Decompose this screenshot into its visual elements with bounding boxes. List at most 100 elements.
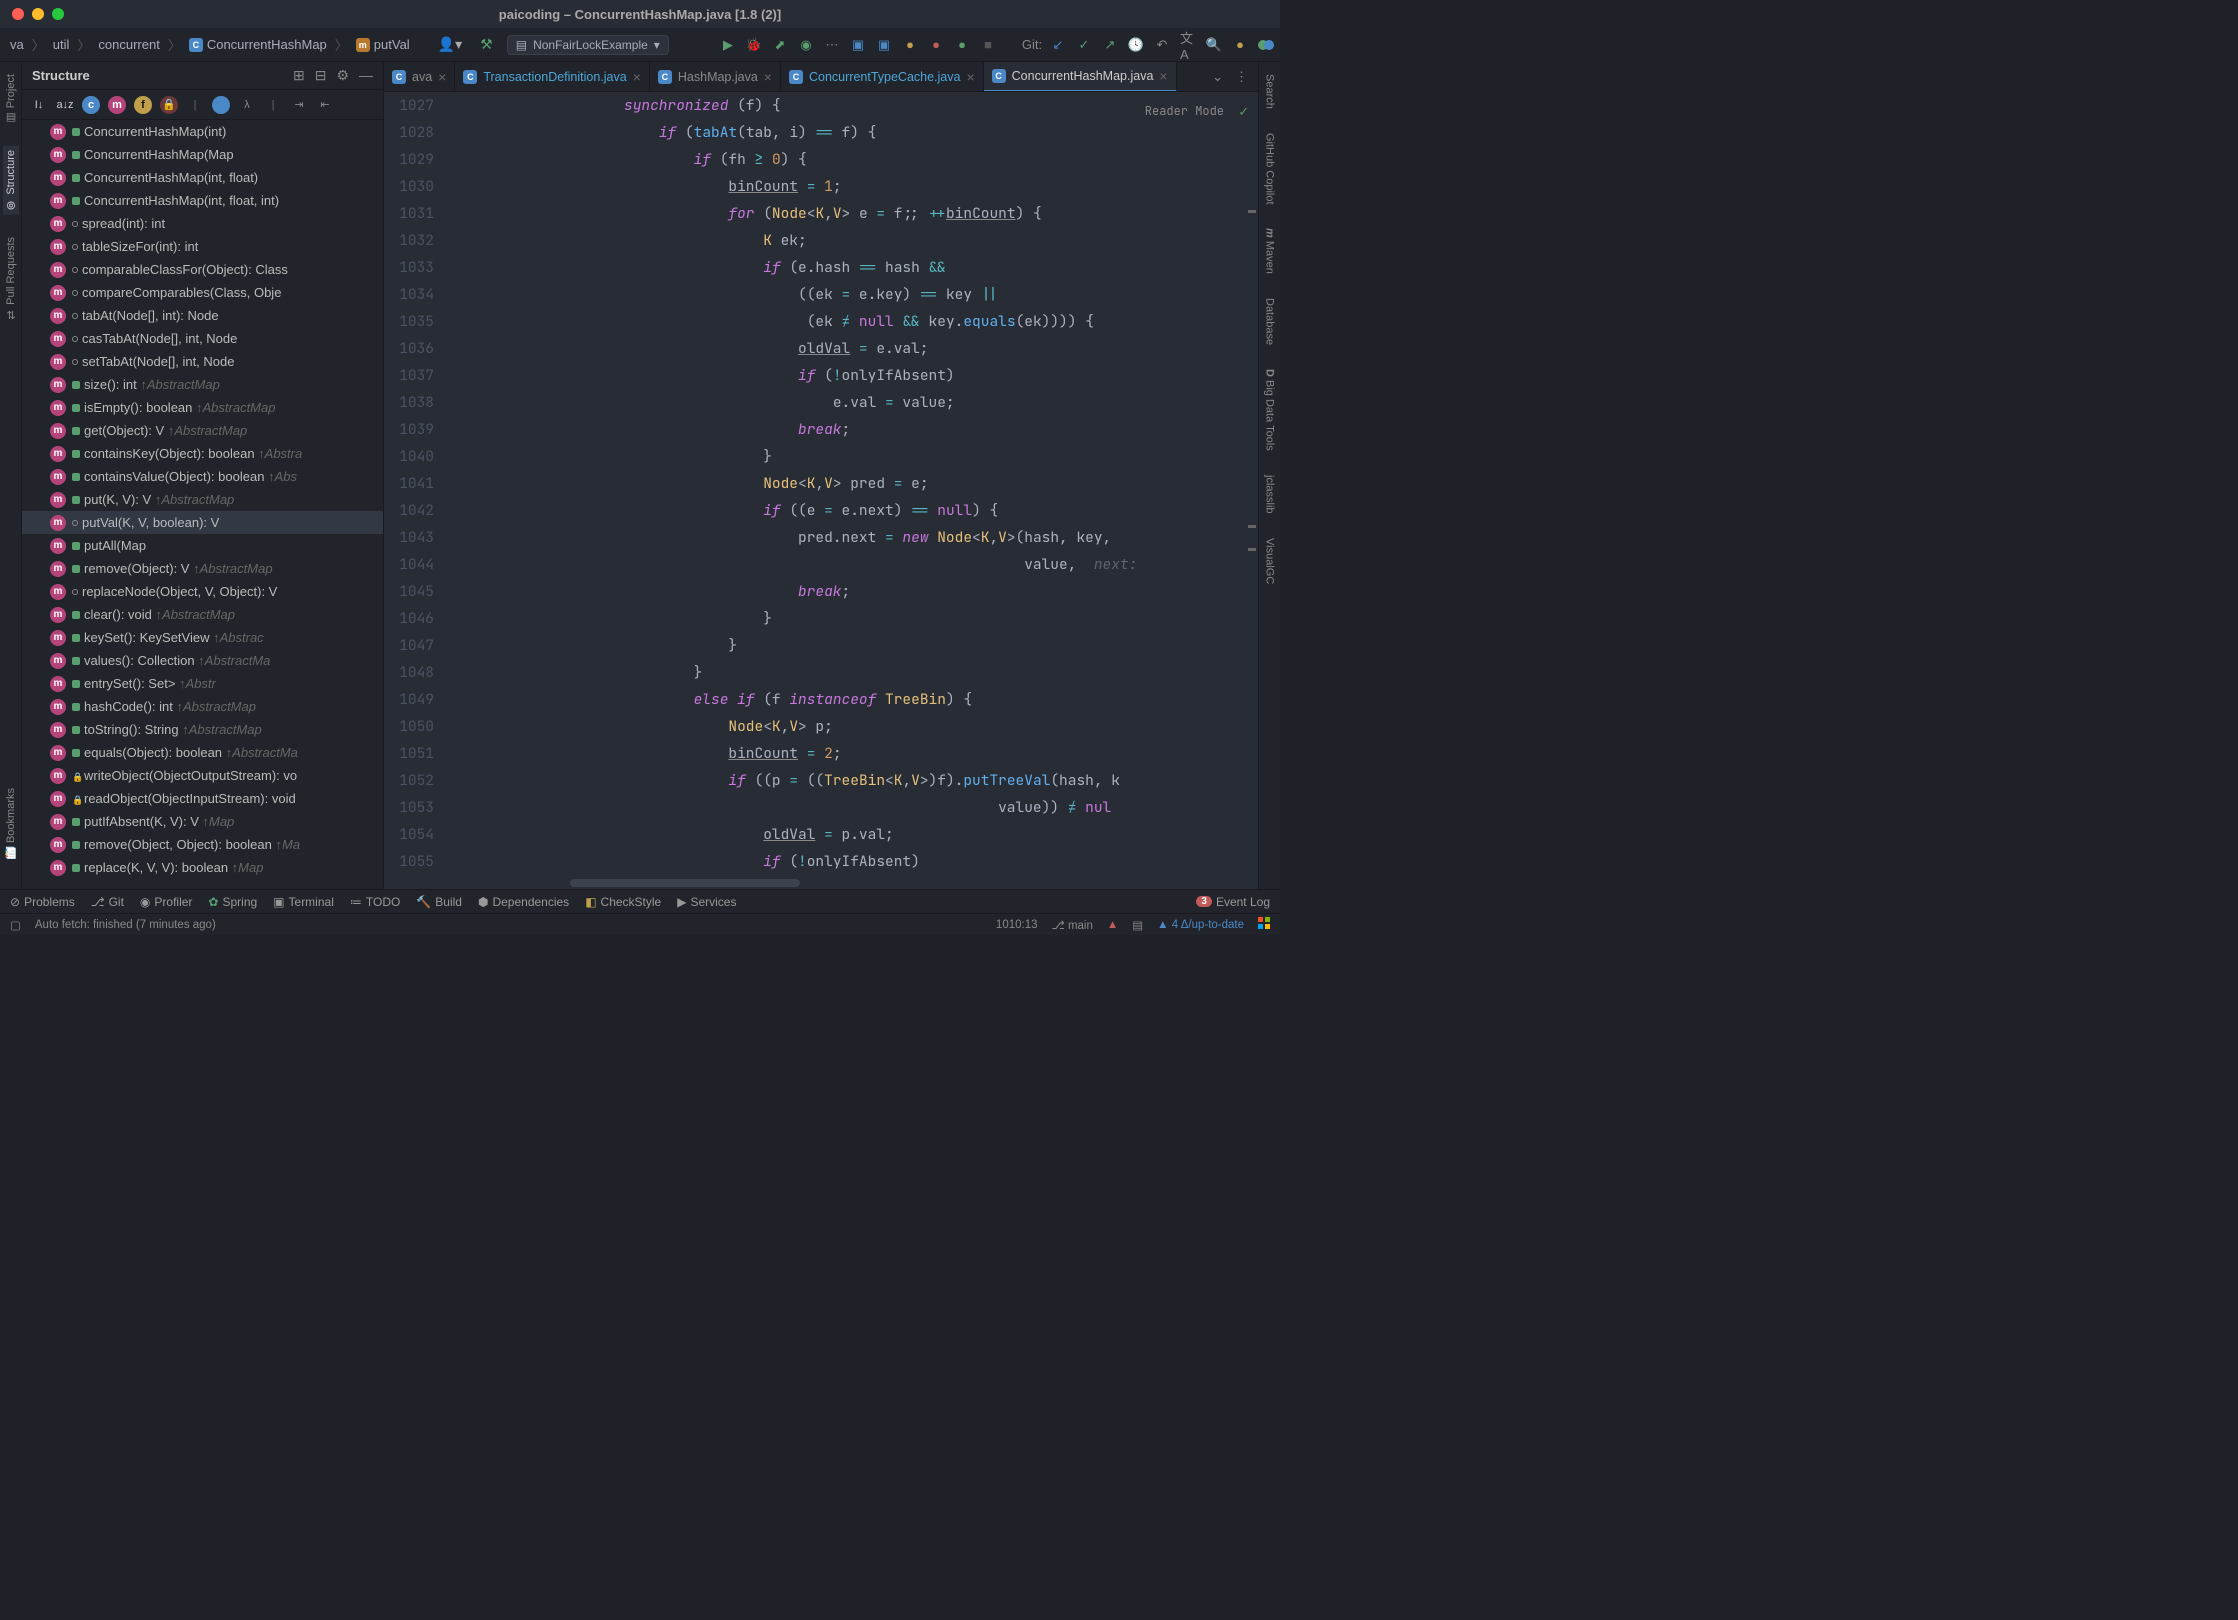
lambda-icon[interactable]: λ (238, 96, 256, 114)
tool-tab-copilot[interactable]: GitHub Copilot (1262, 129, 1278, 209)
user-icon[interactable]: 👤▾ (438, 36, 462, 53)
git-push-icon[interactable]: ↗ (1102, 37, 1118, 53)
structure-item[interactable]: mtoString(): String ↑AbstractMap (22, 718, 383, 741)
structure-item[interactable]: m🔒readObject(ObjectInputStream): void (22, 787, 383, 810)
structure-item[interactable]: mhashCode(): int ↑AbstractMap (22, 695, 383, 718)
gear-icon[interactable]: ⚙ (336, 67, 349, 84)
toolbar-icon[interactable]: ⇥ (290, 96, 308, 114)
tool-tab-pull-requests[interactable]: ⇅ Pull Requests (3, 233, 19, 325)
structure-item[interactable]: mclear(): void ↑AbstractMap (22, 603, 383, 626)
structure-item[interactable]: mtableSizeFor(int): int (22, 235, 383, 258)
code-with-me-icon[interactable] (1258, 37, 1274, 53)
toolbar-icon[interactable]: ⇤ (316, 96, 334, 114)
close-tab-icon[interactable]: × (764, 69, 772, 85)
tool-tab-visualgc[interactable]: VisualGC (1262, 534, 1278, 588)
structure-item[interactable]: mspread(int): int (22, 212, 383, 235)
collapse-icon[interactable]: ⊟ (315, 67, 327, 84)
error-stripe[interactable] (1246, 92, 1258, 879)
minimize-icon[interactable]: — (359, 67, 373, 84)
tool-tab-bookmarks[interactable]: 📑 Bookmarks (2, 784, 20, 863)
breadcrumb-item[interactable]: va (6, 35, 28, 54)
tool-tab-bigdata[interactable]: D Big Data Tools (1262, 365, 1278, 455)
expand-icon[interactable]: ⊞ (293, 67, 305, 84)
status-icon[interactable]: ▢ (10, 918, 21, 932)
status-indicator-icon[interactable]: ▤ (1132, 918, 1143, 932)
avatar-icon[interactable]: ● (1232, 37, 1248, 53)
tool-todo[interactable]: ≔ TODO (350, 895, 400, 909)
filter-icon[interactable] (212, 96, 230, 114)
translate-icon[interactable]: 文A (1180, 37, 1196, 53)
event-log[interactable]: 3 Event Log (1196, 895, 1270, 909)
close-tab-icon[interactable]: × (633, 69, 641, 85)
filter-class-icon[interactable]: c (82, 96, 100, 114)
editor-tab[interactable]: CConcurrentHashMap.java× (984, 62, 1177, 92)
tool-tab-jclasslib[interactable]: jclasslib (1262, 471, 1278, 518)
structure-item[interactable]: mput(K, V): V ↑AbstractMap (22, 488, 383, 511)
action-icon[interactable]: ▣ (876, 37, 892, 53)
git-sync-status[interactable]: ▲ 4 Δ/up-to-date (1157, 919, 1244, 931)
structure-item[interactable]: mkeySet(): KeySetView ↑Abstrac (22, 626, 383, 649)
structure-item[interactable]: m🔒writeObject(ObjectOutputStream): vo (22, 764, 383, 787)
tool-problems[interactable]: ⊘ Problems (10, 895, 75, 909)
tool-tab-structure[interactable]: ⦾ Structure (3, 146, 19, 215)
git-branch[interactable]: ⎇ main (1052, 918, 1093, 932)
tool-tab-maven[interactable]: m Maven (1262, 224, 1278, 278)
analysis-ok-icon[interactable]: ✓ (1239, 98, 1248, 125)
reader-mode-label[interactable]: Reader Mode (1145, 98, 1224, 125)
profile-button[interactable]: ◉ (798, 37, 814, 53)
run-config-select[interactable]: ▤ NonFairLockExample ▾ (507, 35, 669, 55)
structure-item[interactable]: mcontainsKey(Object): boolean ↑Abstra (22, 442, 383, 465)
structure-item[interactable]: mcontainsValue(Object): boolean ↑Abs (22, 465, 383, 488)
structure-item[interactable]: mentrySet(): Set> ↑Abstr (22, 672, 383, 695)
tool-tab-search[interactable]: Search (1262, 70, 1278, 113)
structure-item[interactable]: mputVal(K, V, boolean): V (22, 511, 383, 534)
breadcrumb-item[interactable]: concurrent (94, 35, 163, 54)
editor-tab[interactable]: CConcurrentTypeCache.java× (781, 62, 984, 92)
tool-tab-database[interactable]: Database (1262, 294, 1278, 349)
filter-field-icon[interactable]: f (134, 96, 152, 114)
git-history-icon[interactable]: 🕓 (1128, 37, 1144, 53)
action-icon[interactable]: ● (954, 37, 970, 53)
breadcrumb-item[interactable]: mputVal (352, 35, 414, 54)
structure-item[interactable]: mcasTabAt(Node[], int, Node (22, 327, 383, 350)
debug-button[interactable]: 🐞 (746, 37, 762, 53)
structure-item[interactable]: mreplaceNode(Object, V, Object): V (22, 580, 383, 603)
window-minimize-icon[interactable] (32, 8, 44, 20)
cursor-position[interactable]: 1010:13 (996, 919, 1038, 931)
breadcrumb-item[interactable]: CConcurrentHashMap (185, 35, 331, 54)
structure-item[interactable]: mequals(Object): boolean ↑AbstractMa (22, 741, 383, 764)
search-icon[interactable]: 🔍 (1206, 37, 1222, 53)
structure-item[interactable]: mremove(Object, Object): boolean ↑Ma (22, 833, 383, 856)
hammer-icon[interactable]: ⚒ (480, 36, 493, 53)
structure-item[interactable]: mConcurrentHashMap(Map (22, 143, 383, 166)
tool-git[interactable]: ⎇ Git (91, 895, 124, 909)
tool-terminal[interactable]: ▣ Terminal (273, 895, 334, 909)
window-maximize-icon[interactable] (52, 8, 64, 20)
filter-method-icon[interactable]: m (108, 96, 126, 114)
tool-spring[interactable]: ✿ Spring (208, 895, 257, 909)
structure-item[interactable]: mConcurrentHashMap(int, float) (22, 166, 383, 189)
filter-lock-icon[interactable]: 🔒 (160, 96, 178, 114)
breadcrumb-item[interactable]: util (49, 35, 74, 54)
sort-icon[interactable]: I↓ (30, 96, 48, 114)
code-content[interactable]: synchronized (f) { if (tabAt(tab, i) == … (450, 92, 1258, 889)
git-commit-icon[interactable]: ✓ (1076, 37, 1092, 53)
structure-item[interactable]: mvalues(): Collection ↑AbstractMa (22, 649, 383, 672)
structure-item[interactable]: msize(): int ↑AbstractMap (22, 373, 383, 396)
structure-item[interactable]: mConcurrentHashMap(int) (22, 120, 383, 143)
editor-tab[interactable]: CHashMap.java× (650, 62, 781, 92)
editor-tab[interactable]: CTransactionDefinition.java× (455, 62, 650, 92)
structure-item[interactable]: mConcurrentHashMap(int, float, int) (22, 189, 383, 212)
structure-item[interactable]: mreplace(K, V, V): boolean ↑Map (22, 856, 383, 879)
close-tab-icon[interactable]: × (1159, 68, 1167, 84)
structure-item[interactable]: mremove(Object): V ↑AbstractMap (22, 557, 383, 580)
tool-build[interactable]: 🔨 Build (416, 895, 462, 909)
structure-item[interactable]: mget(Object): V ↑AbstractMap (22, 419, 383, 442)
coverage-button[interactable]: ⬈ (772, 37, 788, 53)
sort-alpha-icon[interactable]: a↓z (56, 96, 74, 114)
more-icon[interactable]: ⋮ (1235, 69, 1248, 85)
structure-item[interactable]: mputAll(Map (22, 534, 383, 557)
stop-button[interactable]: ■ (980, 37, 996, 53)
structure-item[interactable]: misEmpty(): boolean ↑AbstractMap (22, 396, 383, 419)
ms-icon[interactable] (1258, 917, 1270, 932)
